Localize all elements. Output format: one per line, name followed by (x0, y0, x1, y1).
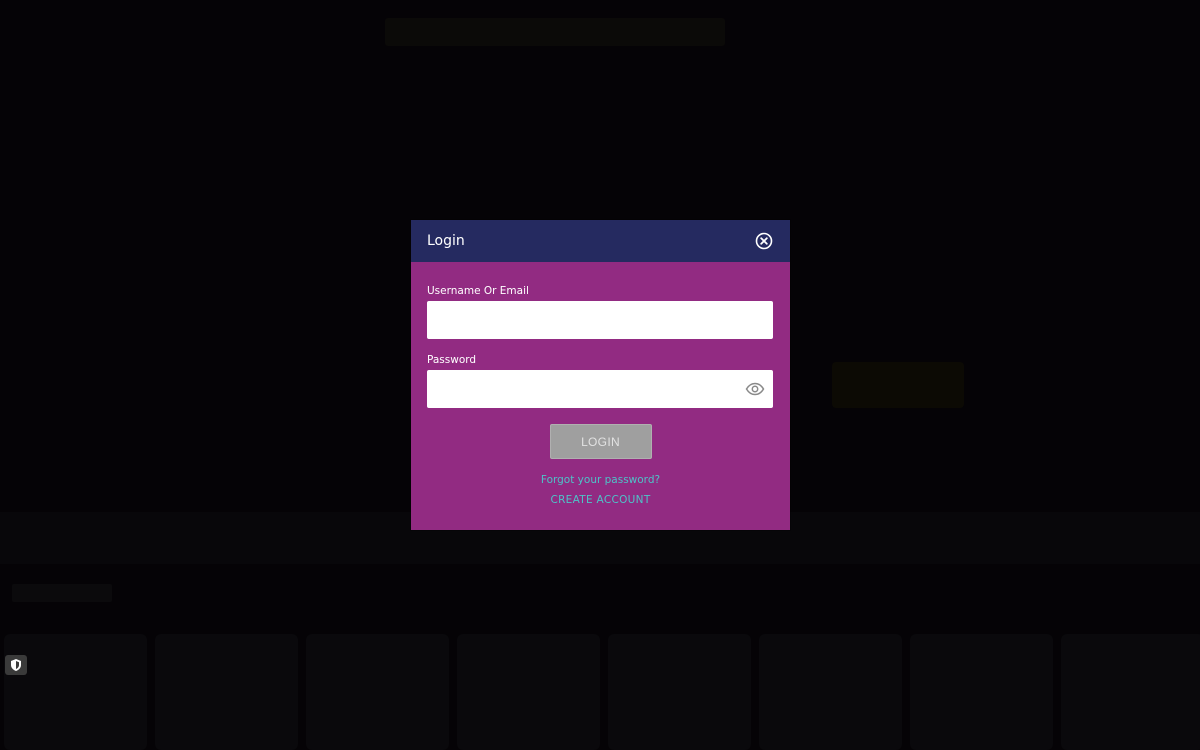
username-input[interactable] (427, 301, 773, 339)
username-label: Username Or Email (427, 285, 529, 297)
password-input[interactable] (427, 370, 773, 408)
login-button[interactable]: LOGIN (549, 424, 652, 459)
background-game-tile (457, 634, 600, 750)
background-game-tile (155, 634, 298, 750)
background-top-banner (385, 18, 725, 46)
background-game-tile (910, 634, 1053, 750)
forgot-password-link[interactable]: Forgot your password? (427, 473, 774, 487)
background-game-tile (759, 634, 902, 750)
eye-icon (745, 382, 765, 396)
background-game-tile (608, 634, 751, 750)
toggle-password-visibility-button[interactable] (745, 379, 765, 399)
login-modal-title: Login (427, 233, 465, 249)
background-game-tile (1061, 634, 1200, 750)
login-button-row: LOGIN (427, 424, 774, 459)
privacy-settings-button[interactable] (5, 655, 27, 675)
login-form: Username Or Email Password LOGIN Forgot … (411, 262, 790, 507)
password-field-wrapper (427, 370, 773, 408)
username-field-wrapper (427, 301, 773, 339)
background-promo-button (832, 362, 964, 408)
close-button[interactable] (754, 231, 774, 251)
create-account-link[interactable]: CREATE ACCOUNT (427, 493, 774, 507)
background-game-tile (306, 634, 449, 750)
login-modal-header: Login (411, 220, 790, 262)
background-game-tiles (0, 634, 1200, 750)
background-section-title (12, 584, 112, 602)
password-label: Password (427, 354, 477, 366)
login-links: Forgot your password? CREATE ACCOUNT (427, 473, 774, 507)
shield-icon (11, 659, 21, 671)
login-modal: Login Username Or Email Password LOGIN F… (411, 220, 790, 530)
background-game-tile (4, 634, 147, 750)
close-circle-icon (755, 232, 773, 250)
